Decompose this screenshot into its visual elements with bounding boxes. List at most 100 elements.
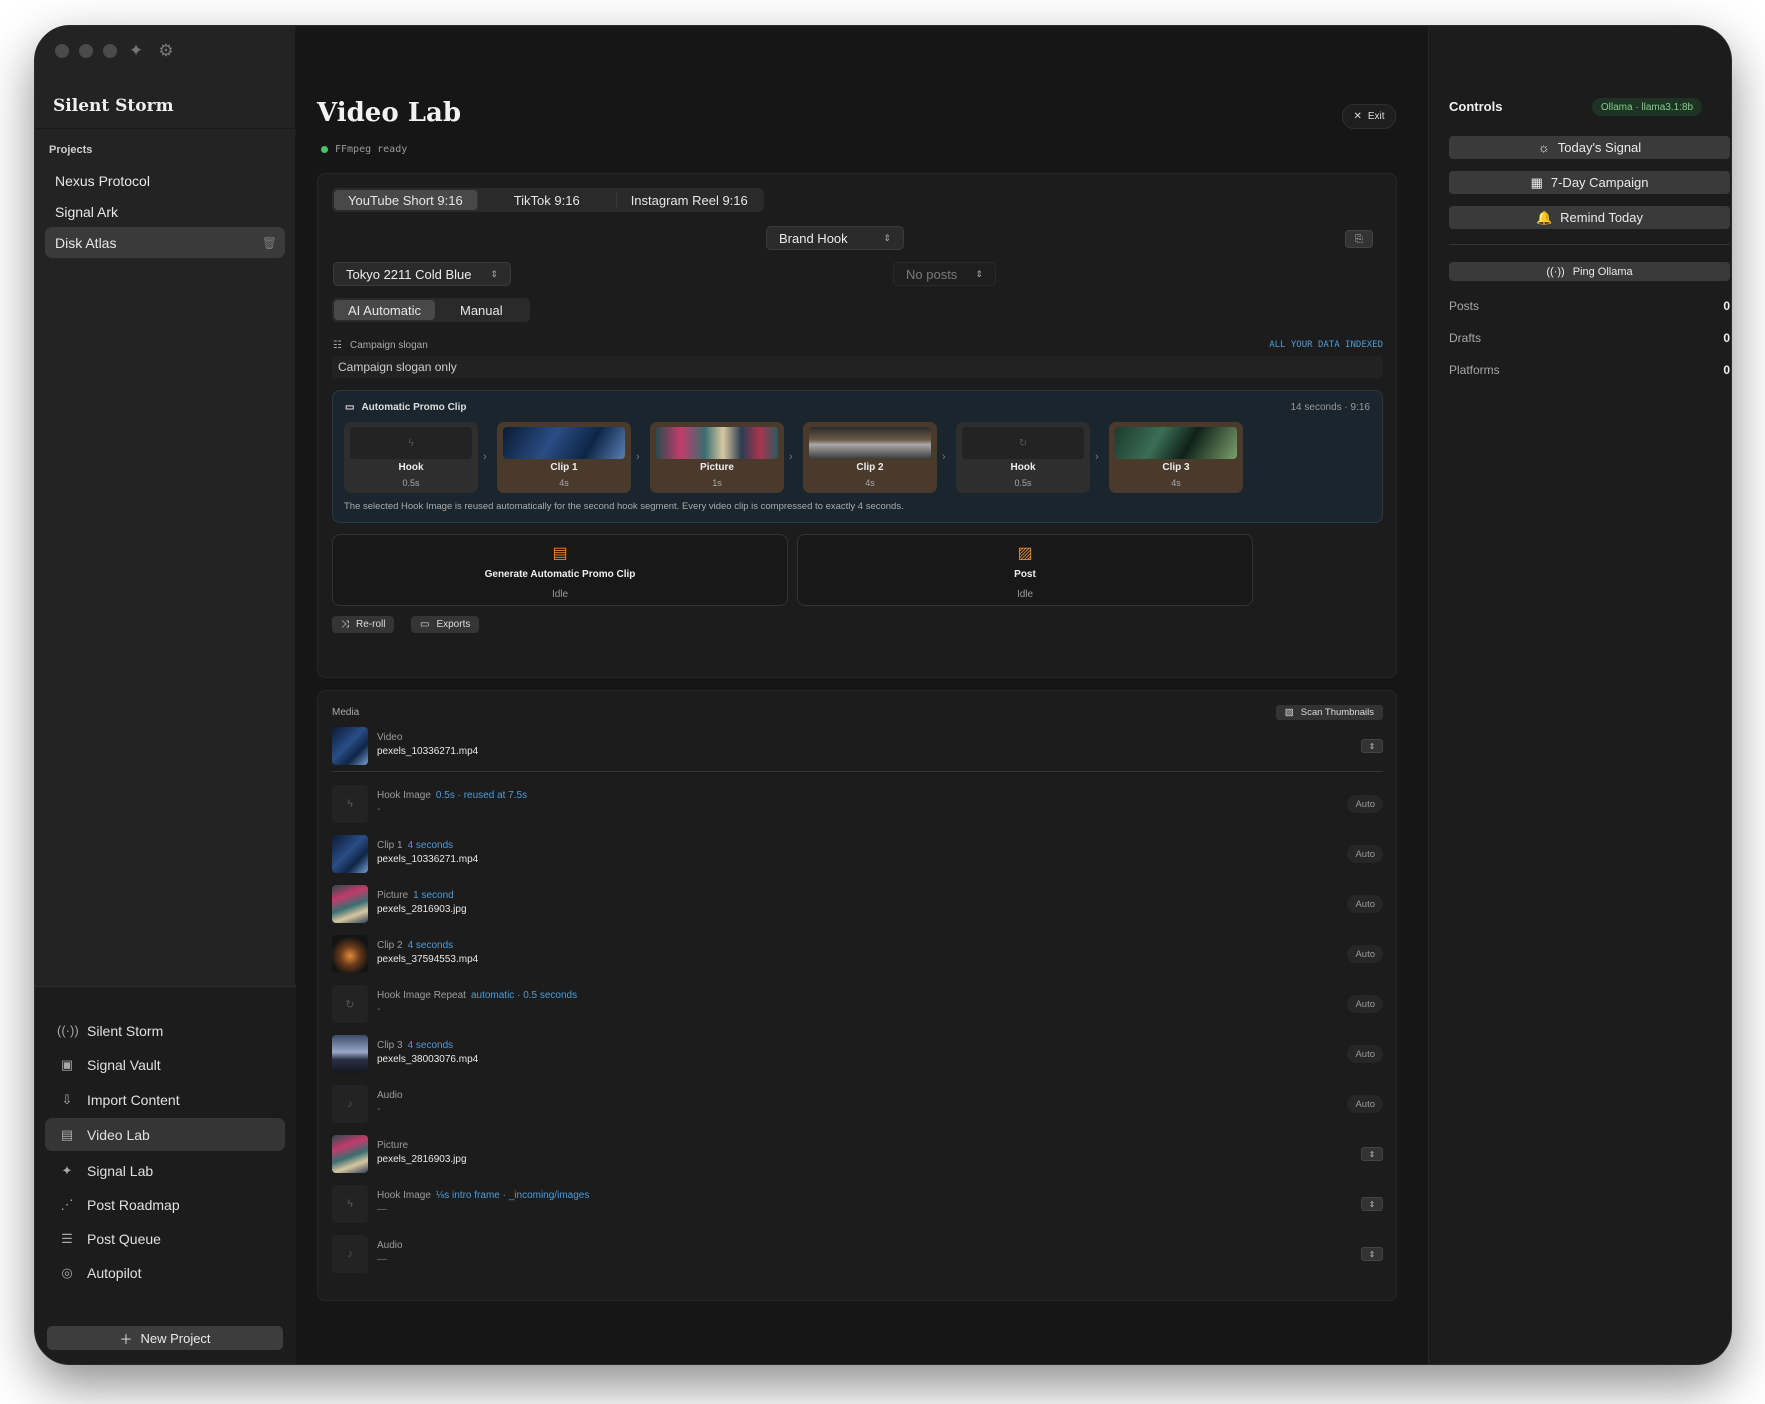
media-row-video[interactable]: Video pexels_10336271.mp4 ⇕ xyxy=(332,725,1383,769)
media-row-clip-1[interactable]: Clip 1 4 seconds pexels_10336271.mp4 Auto xyxy=(332,833,1383,877)
media-stepper[interactable]: ⇕ xyxy=(1361,739,1383,753)
media-row-picture-2[interactable]: Picture pexels_2816903.jpg ⇕ xyxy=(332,1133,1383,1177)
media-thumbnail: ↻ xyxy=(332,985,368,1023)
reroll-button[interactable]: ⤨ Re-roll xyxy=(332,616,395,633)
tab-instagram-reel[interactable]: Instagram Reel 9:16 xyxy=(617,190,762,210)
theme-select[interactable]: Tokyo 2211 Cold Blue ⇕ xyxy=(333,262,511,286)
promo-meta: 14 seconds · 9:16 xyxy=(1290,402,1371,413)
media-type-text: Audio xyxy=(377,1090,403,1101)
exit-button[interactable]: ✕ Exit xyxy=(1342,104,1396,129)
chevron-right-icon: › xyxy=(636,451,640,463)
exit-label: Exit xyxy=(1367,111,1385,122)
seven-day-campaign-button[interactable]: ▦ 7-Day Campaign xyxy=(1449,171,1730,194)
media-stepper[interactable]: ⇕ xyxy=(1361,1197,1383,1211)
nav-item-video-lab[interactable]: ▤ Video Lab xyxy=(45,1118,285,1151)
media-row-audio[interactable]: ♪ Audio - Auto xyxy=(332,1083,1383,1127)
media-row-hook-image[interactable]: ϟ Hook Image 0.5s · reused at 7.5s - Auto xyxy=(332,783,1383,827)
scan-thumbnails-button[interactable]: ▨ Scan Thumbnails xyxy=(1275,705,1383,720)
tab-youtube-short[interactable]: YouTube Short 9:16 xyxy=(334,190,478,210)
media-thumbnail xyxy=(332,935,368,973)
media-thumbnail xyxy=(332,835,368,873)
auto-pill[interactable]: Auto xyxy=(1347,995,1383,1013)
project-item-disk-atlas[interactable]: Disk Atlas 🗑 xyxy=(45,227,285,258)
media-highlight: 4 seconds xyxy=(407,940,454,951)
media-type: Picture 1 second xyxy=(377,890,454,901)
close-icon: ✕ xyxy=(1353,111,1362,122)
hook-select[interactable]: Brand Hook ⇕ xyxy=(766,226,904,250)
segment-card-hook[interactable]: ϟ Hook 0.5s xyxy=(344,422,478,493)
promo-clip-panel: ▭ Automatic Promo Clip 14 seconds · 9:16… xyxy=(332,390,1383,523)
remind-today-button[interactable]: 🔔 Remind Today xyxy=(1449,206,1730,229)
posts-select[interactable]: No posts ⇕ xyxy=(893,262,996,286)
slogan-input[interactable]: Campaign slogan only xyxy=(332,356,1383,378)
nav-label: Silent Storm xyxy=(87,1022,164,1039)
sparkle-icon[interactable]: ✦ xyxy=(125,40,147,62)
post-card[interactable]: ▨ Post Idle xyxy=(797,534,1253,606)
tab-manual[interactable]: Manual xyxy=(435,300,528,320)
media-row-audio-2[interactable]: ♪ Audio — ⇕ xyxy=(332,1233,1383,1277)
zoom-window-button[interactable] xyxy=(103,44,117,58)
tab-ai-automatic[interactable]: AI Automatic xyxy=(334,300,435,320)
segment-card-hook-repeat[interactable]: ↻ Hook 0.5s xyxy=(956,422,1090,493)
segment-card-picture[interactable]: Picture 1s xyxy=(650,422,784,493)
media-row-clip-2[interactable]: Clip 2 4 seconds pexels_37594553.mp4 Auto xyxy=(332,933,1383,977)
media-file: pexels_38003076.mp4 xyxy=(377,1054,479,1065)
media-type-text: Picture xyxy=(377,1140,409,1151)
new-project-button[interactable]: ＋ New Project xyxy=(47,1326,283,1350)
nav-item-import-content[interactable]: ⇩ Import Content xyxy=(45,1083,285,1116)
gear-icon[interactable]: ⚙ xyxy=(155,40,177,62)
nav-item-signal-vault[interactable]: ▣ Signal Vault xyxy=(45,1048,285,1081)
media-type-text: Video xyxy=(377,732,403,743)
nav-label: Autopilot xyxy=(87,1264,142,1281)
close-window-button[interactable] xyxy=(55,44,69,58)
slogan-label: ☷ Campaign slogan xyxy=(333,340,428,351)
project-item-signal-ark[interactable]: Signal Ark xyxy=(45,196,285,227)
auto-pill[interactable]: Auto xyxy=(1347,1095,1383,1113)
exports-button[interactable]: ▭ Exports xyxy=(411,616,480,633)
segment-card-clip-2[interactable]: Clip 2 4s xyxy=(803,422,937,493)
tab-tiktok[interactable]: TikTok 9:16 xyxy=(478,190,617,210)
segment-thumb xyxy=(809,427,931,459)
auto-pill[interactable]: Auto xyxy=(1347,945,1383,963)
media-row-hook-image-repeat[interactable]: ↻ Hook Image Repeat automatic · 0.5 secon… xyxy=(332,983,1383,1027)
nav-item-post-queue[interactable]: ☰ Post Queue xyxy=(45,1222,285,1255)
chevron-right-icon: › xyxy=(483,451,487,463)
media-row-hook-image-2[interactable]: ϟ Hook Image ⅛s intro frame · _incoming/i… xyxy=(332,1183,1383,1227)
brand-title: Silent Storm xyxy=(53,96,174,116)
project-item-nexus-protocol[interactable]: Nexus Protocol xyxy=(45,165,285,196)
nav-label: Post Roadmap xyxy=(87,1196,180,1213)
stat-platforms: Platforms 0 xyxy=(1449,363,1730,377)
minimize-window-button[interactable] xyxy=(79,44,93,58)
scan-label: Scan Thumbnails xyxy=(1300,707,1374,718)
auto-pill[interactable]: Auto xyxy=(1347,845,1383,863)
media-file: — xyxy=(377,1254,387,1265)
nav-item-post-roadmap[interactable]: ⋰ Post Roadmap xyxy=(45,1188,285,1221)
generate-promo-card[interactable]: ▤ Generate Automatic Promo Clip Idle xyxy=(332,534,788,606)
text-lines-icon: ☷ xyxy=(333,340,342,351)
media-highlight: 1 second xyxy=(413,890,454,901)
media-row-clip-3[interactable]: Clip 3 4 seconds pexels_38003076.mp4 Auto xyxy=(332,1033,1383,1077)
nav-item-silent-storm[interactable]: ((·)) Silent Storm xyxy=(45,1014,285,1047)
media-row-picture[interactable]: Picture 1 second pexels_2816903.jpg Auto xyxy=(332,883,1383,927)
ping-ollama-button[interactable]: ((·)) Ping Ollama xyxy=(1449,262,1730,281)
film-icon: ▤ xyxy=(552,545,568,562)
trash-icon[interactable]: 🗑 xyxy=(262,236,277,250)
broadcast-icon: ((·)) xyxy=(57,1023,79,1038)
copy-button[interactable]: ⎘ xyxy=(1345,230,1373,248)
nav-item-autopilot[interactable]: ◎ Autopilot xyxy=(45,1256,285,1289)
auto-pill[interactable]: Auto xyxy=(1347,1045,1383,1063)
auto-pill[interactable]: Auto xyxy=(1347,895,1383,913)
nav-item-signal-lab[interactable]: ✦ Signal Lab xyxy=(45,1154,285,1187)
slogan-label-text: Campaign slogan xyxy=(349,340,428,351)
main-content: Video Lab FFmpeg ready ✕ Exit YouTube Sh… xyxy=(297,26,1427,1364)
todays-signal-button[interactable]: ☼ Today's Signal xyxy=(1449,136,1730,159)
auto-pill[interactable]: Auto xyxy=(1347,795,1383,813)
media-stepper[interactable]: ⇕ xyxy=(1361,1247,1383,1261)
segment-card-clip-1[interactable]: Clip 1 4s xyxy=(497,422,631,493)
media-thumbnail: ϟ xyxy=(332,785,368,823)
projects-label: Projects xyxy=(49,144,93,156)
media-stepper[interactable]: ⇕ xyxy=(1361,1147,1383,1161)
button-label: 7-Day Campaign xyxy=(1550,175,1649,190)
status-text: FFmpeg ready xyxy=(335,144,408,155)
segment-card-clip-3[interactable]: Clip 3 4s xyxy=(1109,422,1243,493)
